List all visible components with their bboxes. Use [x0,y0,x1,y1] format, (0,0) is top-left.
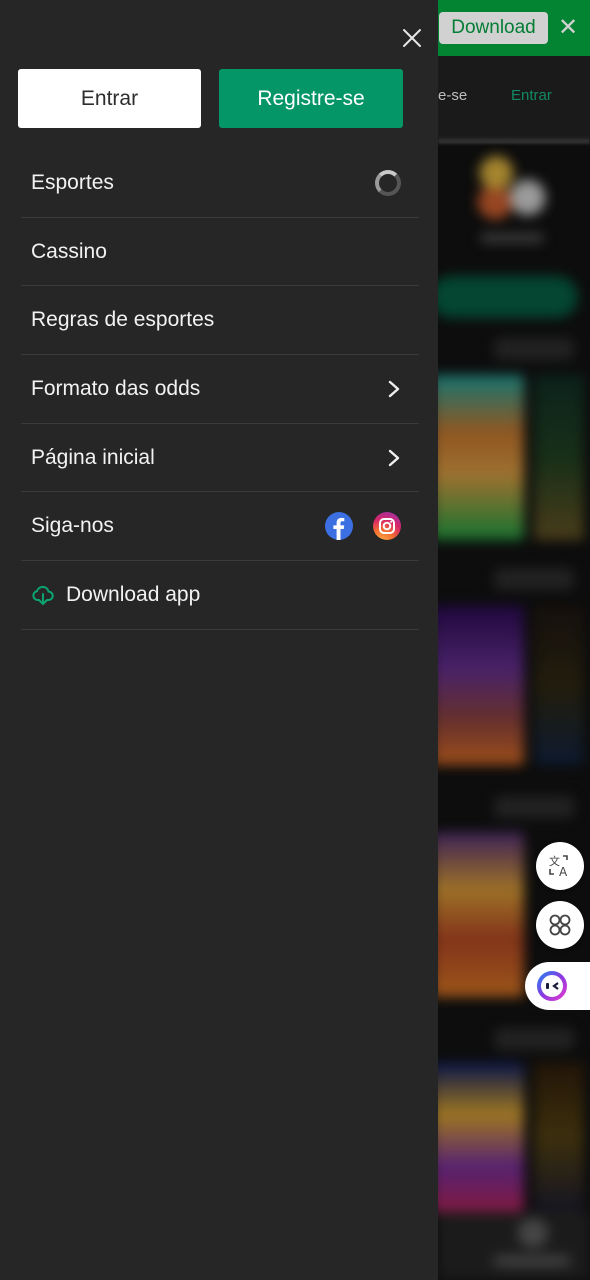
menu-item-siga-nos: Siga-nos [21,492,419,562]
chevron-right-icon [388,380,400,398]
menu-item-label: Página inicial [31,445,155,469]
translate-icon: 文 A [549,854,568,879]
loading-spinner-icon [375,169,401,196]
auth-buttons: Entrar Registre-se [18,69,403,128]
chevron-right-icon [388,449,400,466]
menu-item-label: Regras de esportes [31,308,215,332]
menu-item-cassino[interactable]: Cassino [21,218,419,287]
login-button[interactable]: Entrar [18,69,201,128]
apps-icon [549,914,571,936]
drawer-close-button[interactable] [398,24,426,52]
chatbot-button[interactable] [525,962,590,1010]
menu-item-label: Download app [66,582,201,606]
apps-button[interactable] [536,901,584,949]
drawer-menu: Esportes Cassino Regras de esportes Form… [21,149,419,630]
menu-item-pagina-inicial[interactable]: Página inicial [21,424,419,493]
menu-item-regras-de-esportes[interactable]: Regras de esportes [21,286,419,356]
instagram-icon [379,518,395,535]
menu-item-label: Esportes [31,170,114,194]
menu-item-formato-das-odds[interactable]: Formato das odds [21,355,419,424]
menu-item-label: Siga-nos [31,514,114,538]
menu-item-label: Cassino [31,239,107,263]
register-button[interactable]: Registre-se [219,69,403,128]
menu-item-esportes[interactable]: Esportes [21,149,419,218]
menu-item-download-app[interactable]: Download app [21,561,419,630]
menu-item-label: Formato das odds [31,376,201,400]
side-drawer: Entrar Registre-se Esportes Cassino Regr… [0,0,438,1280]
translate-button[interactable]: 文 A [536,842,584,890]
facebook-icon [333,518,345,541]
chatbot-icon [537,971,567,1001]
facebook-link[interactable] [325,512,353,541]
svg-text:A: A [559,865,568,879]
cloud-download-icon [32,585,54,605]
close-icon [403,29,421,47]
instagram-link[interactable] [373,512,401,541]
